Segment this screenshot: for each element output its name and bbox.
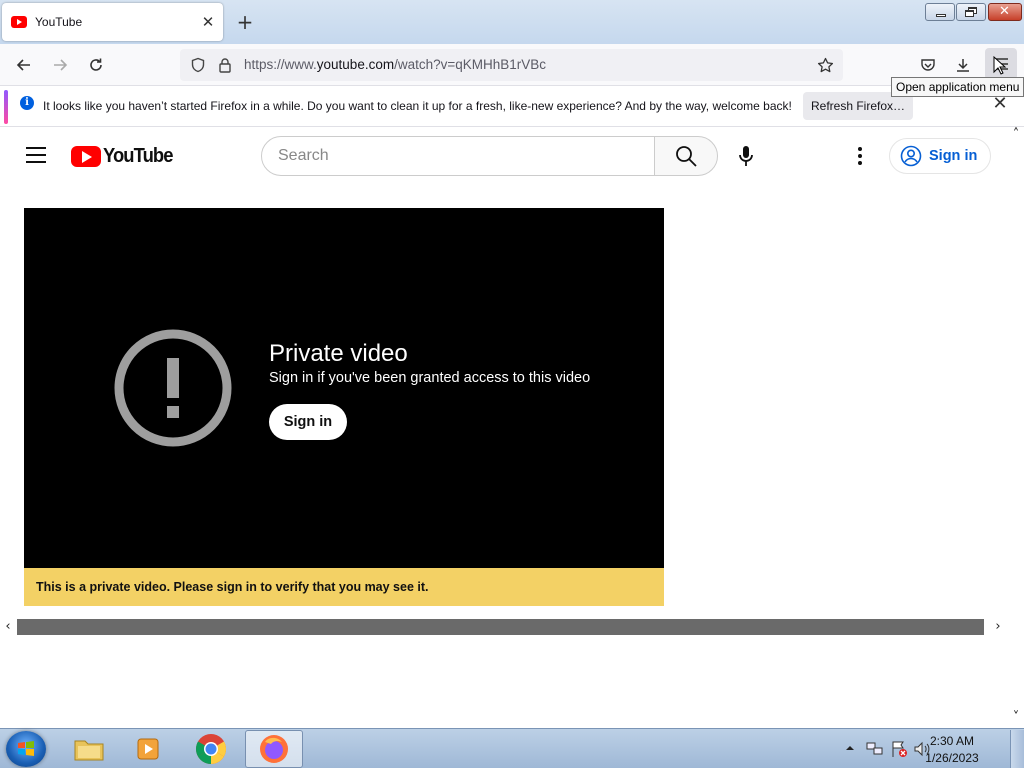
tab-strip: YouTube ✕ + ✕ bbox=[0, 0, 1024, 44]
horizontal-scrollbar-thumb[interactable] bbox=[17, 619, 984, 635]
youtube-guide-menu-icon[interactable] bbox=[26, 147, 46, 163]
application-menu-button[interactable] bbox=[985, 48, 1017, 80]
url-text[interactable]: https://www.youtube.com/watch?v=qKMHhB1r… bbox=[244, 57, 546, 72]
app-menu-tooltip: Open application menu bbox=[891, 77, 1024, 97]
horizontal-scrollbar[interactable]: ‹ › bbox=[0, 618, 1010, 636]
reload-button[interactable] bbox=[83, 52, 109, 78]
navigation-toolbar: https://www.youtube.com/watch?v=qKMHhB1r… bbox=[0, 44, 1024, 86]
search-icon bbox=[676, 146, 697, 167]
download-icon bbox=[957, 59, 969, 72]
taskbar-chrome[interactable] bbox=[182, 730, 240, 768]
start-button[interactable] bbox=[6, 731, 46, 767]
downloads-button[interactable] bbox=[950, 52, 976, 78]
private-video-subtitle: Sign in if you've been granted access to… bbox=[269, 370, 591, 386]
show-hidden-icons-icon[interactable] bbox=[845, 744, 855, 752]
taskbar-firefox[interactable] bbox=[245, 730, 303, 768]
tracking-protection-shield-icon[interactable] bbox=[190, 57, 206, 73]
private-video-title: Private video bbox=[269, 340, 408, 367]
youtube-sign-in-button[interactable]: Sign in bbox=[889, 138, 991, 174]
page-viewport: YouTube Search Sign in Private video Sig… bbox=[0, 127, 1024, 728]
windows-logo-icon bbox=[18, 741, 34, 756]
window-close-button[interactable]: ✕ bbox=[988, 3, 1022, 21]
notification-message: It looks like you haven’t started Firefo… bbox=[43, 99, 792, 113]
taskbar-media-player[interactable] bbox=[120, 730, 178, 768]
tab-youtube[interactable]: YouTube ✕ bbox=[2, 3, 223, 41]
info-icon: i bbox=[20, 96, 34, 110]
file-explorer-folder-icon bbox=[74, 740, 104, 761]
clock-date[interactable]: 1/26/2023 bbox=[920, 751, 984, 765]
notification-accent-stripe bbox=[4, 90, 8, 124]
scroll-down-arrow-icon[interactable]: ˅ bbox=[1008, 710, 1024, 726]
media-player-icon bbox=[137, 738, 159, 760]
clock-time[interactable]: 2:30 AM bbox=[920, 734, 984, 748]
firefox-icon bbox=[260, 735, 288, 763]
action-center-flag-icon[interactable] bbox=[890, 740, 908, 758]
scroll-up-arrow-icon[interactable]: ˄ bbox=[1008, 127, 1024, 143]
youtube-search-button[interactable] bbox=[654, 136, 718, 176]
back-button[interactable] bbox=[11, 52, 37, 78]
alert-exclamation-icon bbox=[114, 329, 232, 447]
youtube-search-input[interactable]: Search bbox=[261, 136, 655, 176]
tab-close-icon[interactable]: ✕ bbox=[197, 13, 219, 31]
youtube-logo-text: YouTube bbox=[103, 145, 173, 167]
back-arrow-icon bbox=[16, 59, 30, 71]
forward-button[interactable] bbox=[47, 52, 73, 78]
video-player[interactable]: Private video Sign in if you've been gra… bbox=[24, 208, 664, 568]
youtube-sign-in-label: Sign in bbox=[929, 148, 978, 164]
reload-icon bbox=[90, 58, 102, 71]
scroll-left-arrow-icon[interactable]: ‹ bbox=[1, 619, 15, 635]
taskbar: 2:30 AM 1/26/2023 bbox=[0, 728, 1024, 768]
microphone-icon bbox=[739, 146, 753, 166]
private-video-banner: This is a private video. Please sign in … bbox=[24, 568, 664, 606]
youtube-play-logo-icon bbox=[71, 146, 101, 167]
chrome-icon bbox=[195, 734, 227, 764]
notification-bar: i It looks like you haven’t started Fire… bbox=[0, 87, 1024, 127]
lock-icon[interactable] bbox=[218, 57, 232, 73]
window-restore-button[interactable] bbox=[956, 3, 986, 21]
window-minimize-button[interactable] bbox=[925, 3, 955, 21]
youtube-logo[interactable]: YouTube bbox=[71, 145, 179, 168]
account-circle-icon bbox=[900, 145, 922, 167]
new-tab-button[interactable]: + bbox=[234, 11, 256, 33]
youtube-favicon-icon bbox=[11, 16, 27, 28]
network-icon[interactable] bbox=[866, 741, 884, 757]
voice-search-button[interactable] bbox=[732, 142, 760, 170]
notification-close-icon[interactable]: ✕ bbox=[990, 95, 1010, 115]
show-desktop-button[interactable] bbox=[1010, 730, 1024, 768]
pocket-icon bbox=[921, 59, 935, 71]
more-options-icon[interactable] bbox=[848, 142, 872, 170]
forward-arrow-icon bbox=[54, 59, 68, 71]
mouse-cursor-icon bbox=[993, 56, 1007, 75]
bookmark-star-icon[interactable] bbox=[817, 57, 834, 74]
taskbar-file-explorer[interactable] bbox=[60, 730, 118, 768]
private-video-sign-in-button[interactable]: Sign in bbox=[269, 404, 347, 440]
scroll-right-arrow-icon[interactable]: › bbox=[991, 619, 1005, 635]
pocket-button[interactable] bbox=[915, 52, 941, 78]
tab-title: YouTube bbox=[35, 15, 83, 29]
address-bar[interactable]: https://www.youtube.com/watch?v=qKMHhB1r… bbox=[180, 49, 843, 81]
